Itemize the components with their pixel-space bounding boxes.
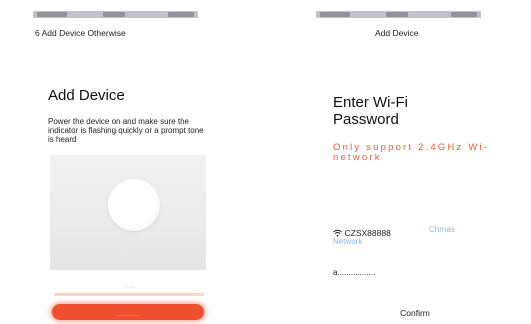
status-bar-battery-icon [168, 12, 194, 17]
password-input[interactable]: a................. [333, 268, 375, 277]
status-bar-left [33, 11, 198, 18]
device-icon [108, 179, 160, 231]
wifi-title: Enter Wi-Fi Password [333, 94, 408, 128]
status-bar-battery-icon-right [451, 12, 477, 17]
confirm-button[interactable]: Confirm [380, 303, 450, 318]
checkbox-label: ···· [125, 284, 135, 291]
status-bar-carrier [103, 12, 125, 17]
support-note: Only support 2.4GHz Wi-network [333, 142, 490, 163]
screen-caption-right: Add Device [375, 28, 419, 38]
status-bar-right [316, 11, 481, 18]
change-network-link[interactable]: Chrnas Network [333, 224, 483, 248]
device-illustration [50, 155, 206, 270]
checkbox-row[interactable]: ···· [110, 276, 150, 291]
next-button-label: ············ [116, 313, 140, 319]
status-bar-carrier-right [386, 12, 408, 17]
confirm-button-label: Confirm [400, 308, 430, 318]
instruction-text: Power the device on and make sure the in… [48, 117, 204, 144]
screen-caption: 6 Add Device Otherwise [35, 28, 126, 38]
progress-bar [54, 293, 204, 296]
next-button[interactable]: ············ [52, 304, 204, 320]
page-title: Add Device [48, 87, 125, 104]
status-bar-time-right [320, 12, 350, 17]
status-bar-time [37, 12, 67, 17]
